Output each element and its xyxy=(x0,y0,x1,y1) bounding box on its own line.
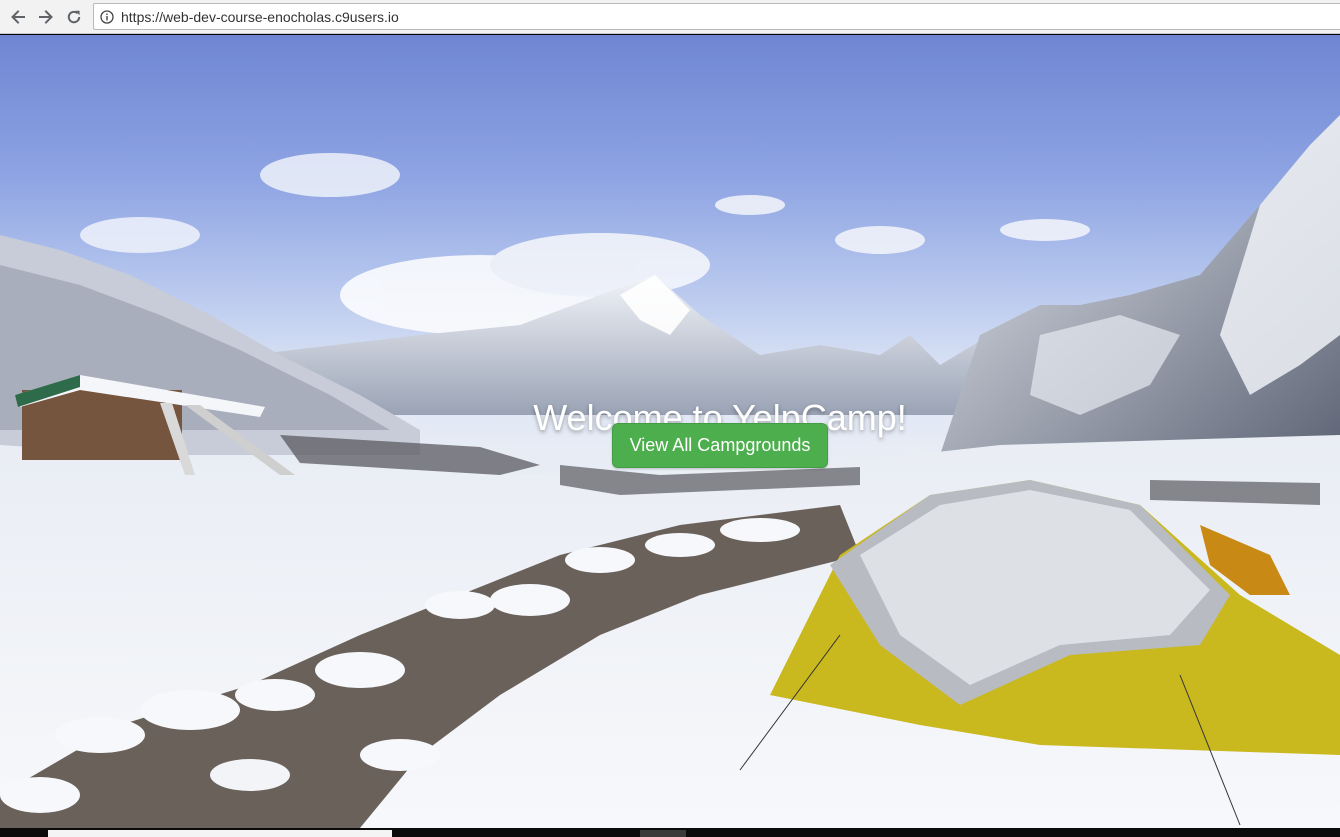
taskbar-strip xyxy=(0,828,1340,837)
landing-hero: Welcome to YelpCamp! View All Campground… xyxy=(0,35,1340,828)
arrow-right-icon xyxy=(39,10,53,24)
view-all-campgrounds-button[interactable]: View All Campgrounds xyxy=(612,423,828,468)
arrow-left-icon xyxy=(11,10,25,24)
back-button[interactable] xyxy=(7,6,29,28)
forward-button[interactable] xyxy=(35,6,57,28)
browser-toolbar: https://web-dev-course-enocholas.c9users… xyxy=(0,0,1340,34)
address-bar[interactable]: https://web-dev-course-enocholas.c9users… xyxy=(93,3,1340,30)
reload-button[interactable] xyxy=(63,6,85,28)
info-icon[interactable] xyxy=(100,9,114,24)
reload-icon xyxy=(67,10,81,24)
taskbar-app-button[interactable] xyxy=(640,830,686,837)
url-text[interactable]: https://web-dev-course-enocholas.c9users… xyxy=(121,9,399,25)
taskbar-search-area[interactable] xyxy=(48,830,392,837)
